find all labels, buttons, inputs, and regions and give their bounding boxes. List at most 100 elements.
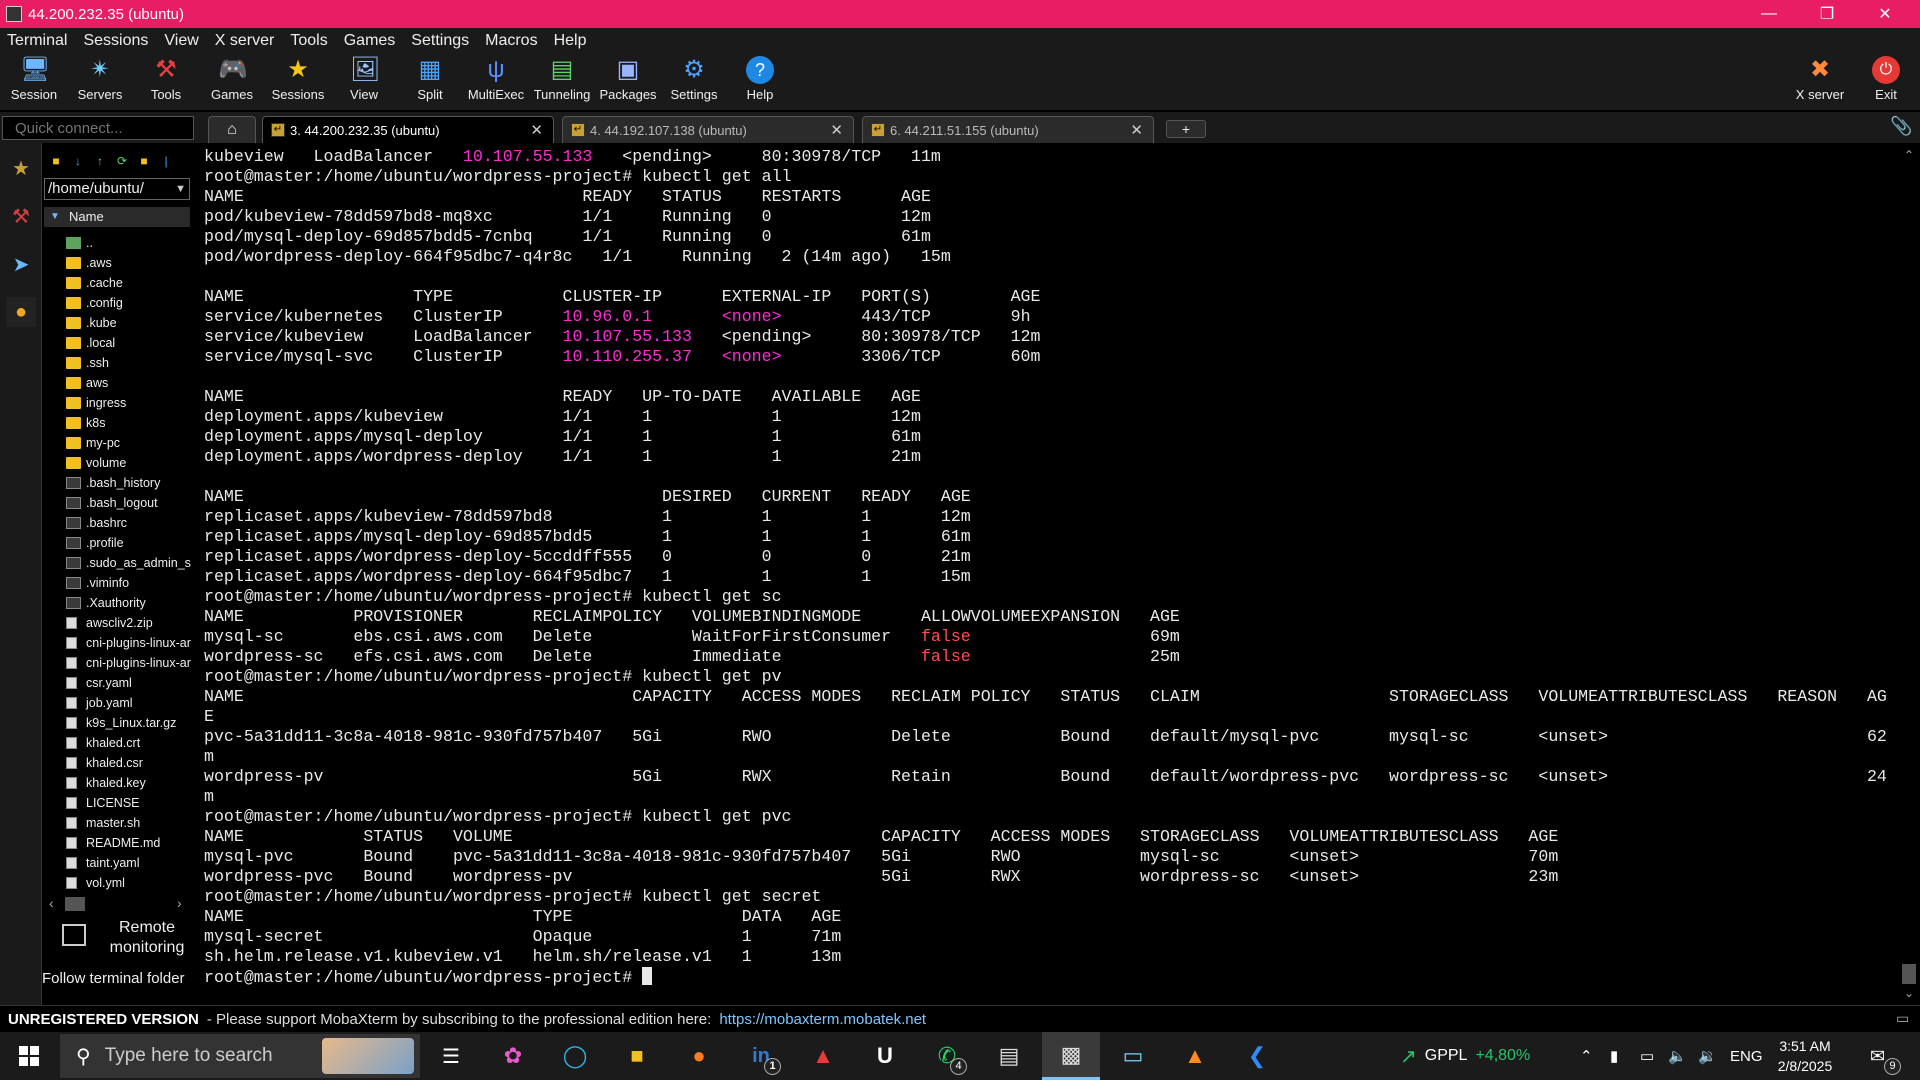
sessions-button[interactable]: ★ Sessions bbox=[266, 56, 330, 108]
file-list-item[interactable]: cni-plugins-linux-ar bbox=[42, 653, 194, 673]
minimize-button[interactable]: — bbox=[1740, 0, 1798, 28]
file-list-item[interactable]: LICENSE bbox=[42, 793, 194, 813]
games-button[interactable]: 🎮 Games bbox=[200, 56, 264, 108]
file-list-item[interactable]: ingress bbox=[42, 393, 194, 413]
file-list-item[interactable]: .Xauthority bbox=[42, 593, 194, 613]
session-button[interactable]: 🖥 Session bbox=[2, 56, 66, 108]
file-column-header[interactable]: ▼ Name bbox=[44, 207, 190, 227]
more-icon[interactable]: | bbox=[158, 154, 174, 168]
menu-terminal[interactable]: Terminal bbox=[7, 32, 67, 50]
close-tab-icon[interactable]: ✕ bbox=[530, 121, 543, 139]
sftp-path-field[interactable]: /home/ubuntu/ ▼ bbox=[44, 178, 190, 200]
file-list-item[interactable]: aws bbox=[42, 373, 194, 393]
remote-monitoring-button[interactable]: Remote monitoring bbox=[62, 918, 194, 958]
tab-session-6[interactable]: ↵ 6. 44.211.51.155 (ubuntu) ✕ bbox=[862, 116, 1154, 143]
file-list-item[interactable]: .local bbox=[42, 333, 194, 353]
taskbar-clock[interactable]: 3:51 AM 2/8/2025 bbox=[1765, 1036, 1845, 1076]
status-monitor-icon[interactable]: ▭ bbox=[1896, 1010, 1909, 1027]
file-list-item[interactable]: .sudo_as_admin_s bbox=[42, 553, 194, 573]
file-explorer-icon[interactable]: ■ bbox=[608, 1032, 666, 1080]
file-list-item[interactable]: khaled.key bbox=[42, 773, 194, 793]
file-list-item[interactable]: README.md bbox=[42, 833, 194, 853]
help-button[interactable]: ? Help bbox=[728, 56, 792, 108]
mobaxterm-link[interactable]: https://mobaxterm.mobatek.net bbox=[719, 1011, 926, 1028]
close-window-button[interactable]: ✕ bbox=[1856, 0, 1914, 28]
notes-app-icon[interactable]: ▭ bbox=[1104, 1032, 1162, 1080]
file-list-item[interactable]: .kube bbox=[42, 313, 194, 333]
file-list-item[interactable]: .viminfo bbox=[42, 573, 194, 593]
start-button[interactable] bbox=[0, 1032, 58, 1080]
stock-widget[interactable]: ↗ GPPL +4,80% bbox=[1400, 1032, 1530, 1080]
exit-button[interactable]: ⏻ Exit bbox=[1854, 56, 1918, 108]
sessions-star-side-icon[interactable]: ★ bbox=[6, 153, 36, 183]
udemy-icon[interactable]: U bbox=[856, 1032, 914, 1080]
notifications-icon[interactable]: ✉ 9 bbox=[1870, 1032, 1901, 1080]
copilot-icon[interactable]: ✿ bbox=[484, 1032, 542, 1080]
sftp-send-icon[interactable]: ➤ bbox=[6, 249, 36, 279]
restore-button[interactable]: ❐ bbox=[1798, 0, 1856, 28]
upload-icon[interactable]: ↑ bbox=[92, 154, 108, 168]
new-folder-icon[interactable]: ■ bbox=[136, 154, 152, 168]
terminal-output[interactable]: kubeview LoadBalancer 10.107.55.133 <pen… bbox=[196, 144, 1896, 1004]
multiexec-button[interactable]: ψ MultiExec bbox=[464, 56, 528, 108]
file-list-item[interactable]: .profile bbox=[42, 533, 194, 553]
file-list-item[interactable]: .. bbox=[42, 233, 194, 253]
file-list-item[interactable]: .cache bbox=[42, 273, 194, 293]
file-list-item[interactable]: my-pc bbox=[42, 433, 194, 453]
tools-side-icon[interactable]: ⚒ bbox=[6, 201, 36, 231]
close-tab-icon[interactable]: ✕ bbox=[1130, 121, 1143, 139]
terminal-vscrollbar[interactable]: ⌃ ⌄ bbox=[1898, 144, 1920, 1004]
whatsapp-icon[interactable]: ✆ 4 bbox=[918, 1032, 976, 1080]
download-icon[interactable]: ↓ bbox=[70, 154, 86, 168]
file-list-item[interactable]: .ssh bbox=[42, 353, 194, 373]
split-button[interactable]: ▦ Split bbox=[398, 56, 462, 108]
file-list-item[interactable]: awscliv2.zip bbox=[42, 613, 194, 633]
file-list-item[interactable]: khaled.csr bbox=[42, 753, 194, 773]
chevron-down-icon[interactable]: ▼ bbox=[175, 179, 186, 199]
scroll-right-icon[interactable]: › bbox=[177, 895, 182, 911]
store-icon[interactable]: ▤ bbox=[980, 1032, 1038, 1080]
file-list-item[interactable]: taint.yaml bbox=[42, 853, 194, 873]
file-list-item[interactable]: volume bbox=[42, 453, 194, 473]
linkedin-icon[interactable]: in 1 bbox=[732, 1032, 790, 1080]
file-list-item[interactable]: .bashrc bbox=[42, 513, 194, 533]
xserver-button[interactable]: ✖ X server bbox=[1788, 56, 1852, 108]
home-tab[interactable]: ⌂ bbox=[208, 116, 256, 143]
menu-sessions[interactable]: Sessions bbox=[83, 32, 148, 50]
new-tab-button[interactable]: + bbox=[1166, 120, 1206, 138]
task-view-icon[interactable]: ☰ bbox=[422, 1032, 480, 1080]
scroll-left-icon[interactable]: ‹ bbox=[49, 895, 54, 911]
tools-button[interactable]: ⚒ Tools bbox=[134, 56, 198, 108]
terminal-scroll-thumb[interactable] bbox=[1902, 964, 1916, 984]
menu-help[interactable]: Help bbox=[554, 32, 587, 50]
scroll-down-icon[interactable]: ⌄ bbox=[1904, 986, 1914, 1000]
scroll-up-icon[interactable]: ⌃ bbox=[1904, 148, 1914, 162]
language-indicator[interactable]: ENG bbox=[1730, 1032, 1763, 1080]
attach-paperclip-icon[interactable]: 📎 bbox=[1890, 116, 1912, 137]
file-list-item[interactable]: .bash_logout bbox=[42, 493, 194, 513]
close-tab-icon[interactable]: ✕ bbox=[830, 121, 843, 139]
file-list-item[interactable]: .aws bbox=[42, 253, 194, 273]
file-list-item[interactable]: job.yaml bbox=[42, 693, 194, 713]
servers-button[interactable]: ✴ Servers bbox=[68, 56, 132, 108]
file-list-item[interactable]: cni-plugins-linux-ar bbox=[42, 633, 194, 653]
file-list-item[interactable]: .config bbox=[42, 293, 194, 313]
edge-browser-icon[interactable]: ◯ bbox=[546, 1032, 604, 1080]
brave-browser-icon[interactable]: ▲ bbox=[794, 1032, 852, 1080]
macros-icon[interactable]: ● bbox=[6, 297, 36, 327]
vscode-icon[interactable]: ❮ bbox=[1228, 1032, 1286, 1080]
tab-session-3[interactable]: ↵ 3. 44.200.232.35 (ubuntu) ✕ bbox=[262, 116, 554, 143]
speaker-icon[interactable]: 🔉 bbox=[1698, 1032, 1717, 1080]
menu-xserver[interactable]: X server bbox=[215, 32, 275, 50]
packages-button[interactable]: ▣ Packages bbox=[596, 56, 660, 108]
network-icon[interactable]: ▭ bbox=[1640, 1032, 1654, 1080]
menu-macros[interactable]: Macros bbox=[485, 32, 537, 50]
menu-games[interactable]: Games bbox=[344, 32, 396, 50]
tunneling-button[interactable]: ▤ Tunneling bbox=[530, 56, 594, 108]
tab-session-4[interactable]: ↵ 4. 44.192.107.138 (ubuntu) ✕ bbox=[562, 116, 854, 143]
taskbar-search-box[interactable]: ⚲ Type here to search bbox=[60, 1034, 420, 1078]
quick-connect-input[interactable] bbox=[2, 116, 194, 140]
file-list-item[interactable]: k9s_Linux.tar.gz bbox=[42, 713, 194, 733]
vlc-icon[interactable]: ▲ bbox=[1166, 1032, 1224, 1080]
file-list-item[interactable]: vol.yml bbox=[42, 873, 194, 893]
